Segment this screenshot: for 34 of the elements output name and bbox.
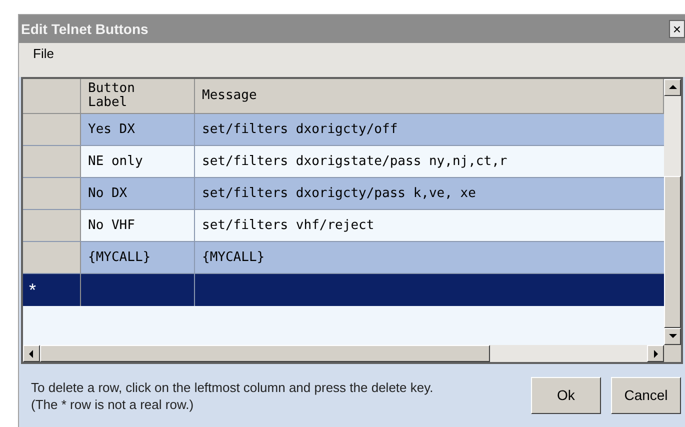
table-cell: NE only	[81, 146, 195, 177]
menu-item[interactable]: File	[33, 44, 54, 64]
table-row[interactable]: NE only set/filters dxorigstate/pass ny,nj,ct,r	[23, 146, 664, 178]
table-cell: No VHF	[81, 210, 195, 241]
column-header[interactable]: Message	[202, 89, 257, 103]
hint-text: To delete a row, click on the leftmost column and press the delete key.	[31, 378, 434, 396]
hint-text: (The * row is not a real row.)	[31, 396, 195, 412]
window-title: Edit Telnet Buttons	[21, 20, 148, 38]
table-cell: No DX	[81, 178, 195, 209]
table-row[interactable]: {MYCALL} {MYCALL}	[23, 242, 664, 274]
vertical-scrollbar[interactable]	[664, 79, 681, 345]
scroll-thumb[interactable]	[664, 176, 681, 328]
table-cell-text: set/filters dxorigcty/pass k,ve, xe	[201, 184, 477, 203]
table-cell-text: set/filters dxorigcty/off	[201, 120, 399, 139]
scroll-down-button[interactable]	[664, 328, 681, 345]
scrollbar-corner	[664, 345, 681, 362]
column-header[interactable]: Button Label	[88, 82, 152, 110]
scroll-right-button[interactable]	[647, 345, 664, 362]
table-row[interactable]: Yes DX set/filters dxorigcty/off	[23, 114, 664, 146]
dialog-button[interactable]: Cancel	[611, 377, 681, 414]
table-cell-text: {MYCALL}	[201, 248, 266, 267]
scroll-up-button[interactable]	[664, 79, 681, 96]
table-cell: {MYCALL}	[81, 242, 195, 273]
scroll-thumb[interactable]	[40, 345, 490, 362]
close-button[interactable]: ×	[669, 20, 685, 38]
table-cell-text: set/filters dxorigstate/pass ny,nj,ct,r	[201, 152, 508, 171]
new-row[interactable]: *	[23, 274, 664, 306]
table-cell: Yes DX	[81, 114, 195, 145]
table-cell-text: set/filters vhf/reject	[201, 216, 376, 235]
dialog-button[interactable]: Ok	[531, 377, 601, 414]
horizontal-scrollbar[interactable]	[23, 345, 664, 362]
table-row[interactable]: No VHF set/filters vhf/reject	[23, 210, 664, 242]
table-row[interactable]: No DX set/filters dxorigcty/pass k,ve, xe	[23, 178, 664, 210]
scroll-left-button[interactable]	[23, 345, 40, 362]
